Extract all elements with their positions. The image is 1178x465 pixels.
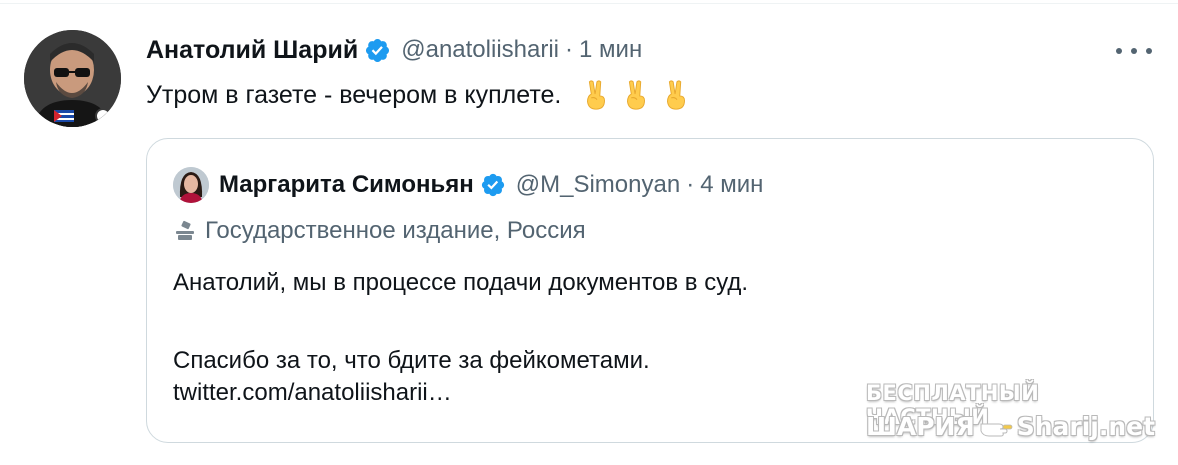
quoted-tweet-header: Маргарита Симоньян @M_Simonyan · 4 мин [173,167,763,203]
separator-dot: · [686,171,695,198]
quoted-body-line: Спасибо за то, что бдите за фейкометами. [173,347,650,374]
quoted-author-name: Маргарита Симоньян [219,171,474,198]
quoted-author-handle: @M_Simonyan [515,171,681,198]
quoted-avatar-image [173,167,209,203]
more-dot [1131,48,1137,54]
tweet-header: Анатолий Шарий @anatoliisharii · 1 мин [146,31,642,69]
tweet-timestamp[interactable]: 1 мин [579,36,642,64]
victory-hand-icon [627,80,646,110]
avatar-image [24,30,121,127]
more-options-icon[interactable] [1116,38,1152,64]
more-dot [1116,48,1122,54]
emoji-group [579,78,693,112]
quoted-tweet-body: Анатолий, мы в процессе подачи документо… [173,267,748,409]
author-avatar[interactable] [24,30,121,127]
more-dot [1146,48,1152,54]
author-handle[interactable]: @anatoliisharii [401,36,559,64]
victory-hand-icon [587,80,606,110]
quoted-body-link[interactable]: twitter.com/anatoliisharii… [173,377,748,409]
top-divider [0,3,1178,4]
tweet-text: Утром в газете - вечером в куплете. [146,78,693,112]
quoted-tweet-card[interactable]: Маргарита Симоньян @M_Simonyan · 4 мин Г… [146,138,1154,443]
victory-hand-icon [667,80,686,110]
quoted-tweet-timestamp: 4 мин [700,171,764,198]
quoted-author-avatar [173,167,209,203]
separator-dot: · [565,36,574,63]
verified-badge-icon [366,38,390,62]
state-media-icon [176,220,194,240]
tweet-text-content: Утром в газете - вечером в куплете. [146,80,562,109]
state-media-label-text: Государственное издание, Россия [205,217,586,244]
verified-badge-icon [481,173,504,197]
state-media-label[interactable]: Государственное издание, Россия [173,217,586,245]
quoted-body-line: Анатолий, мы в процессе подачи документо… [173,269,749,296]
author-name[interactable]: Анатолий Шарий [146,36,358,65]
